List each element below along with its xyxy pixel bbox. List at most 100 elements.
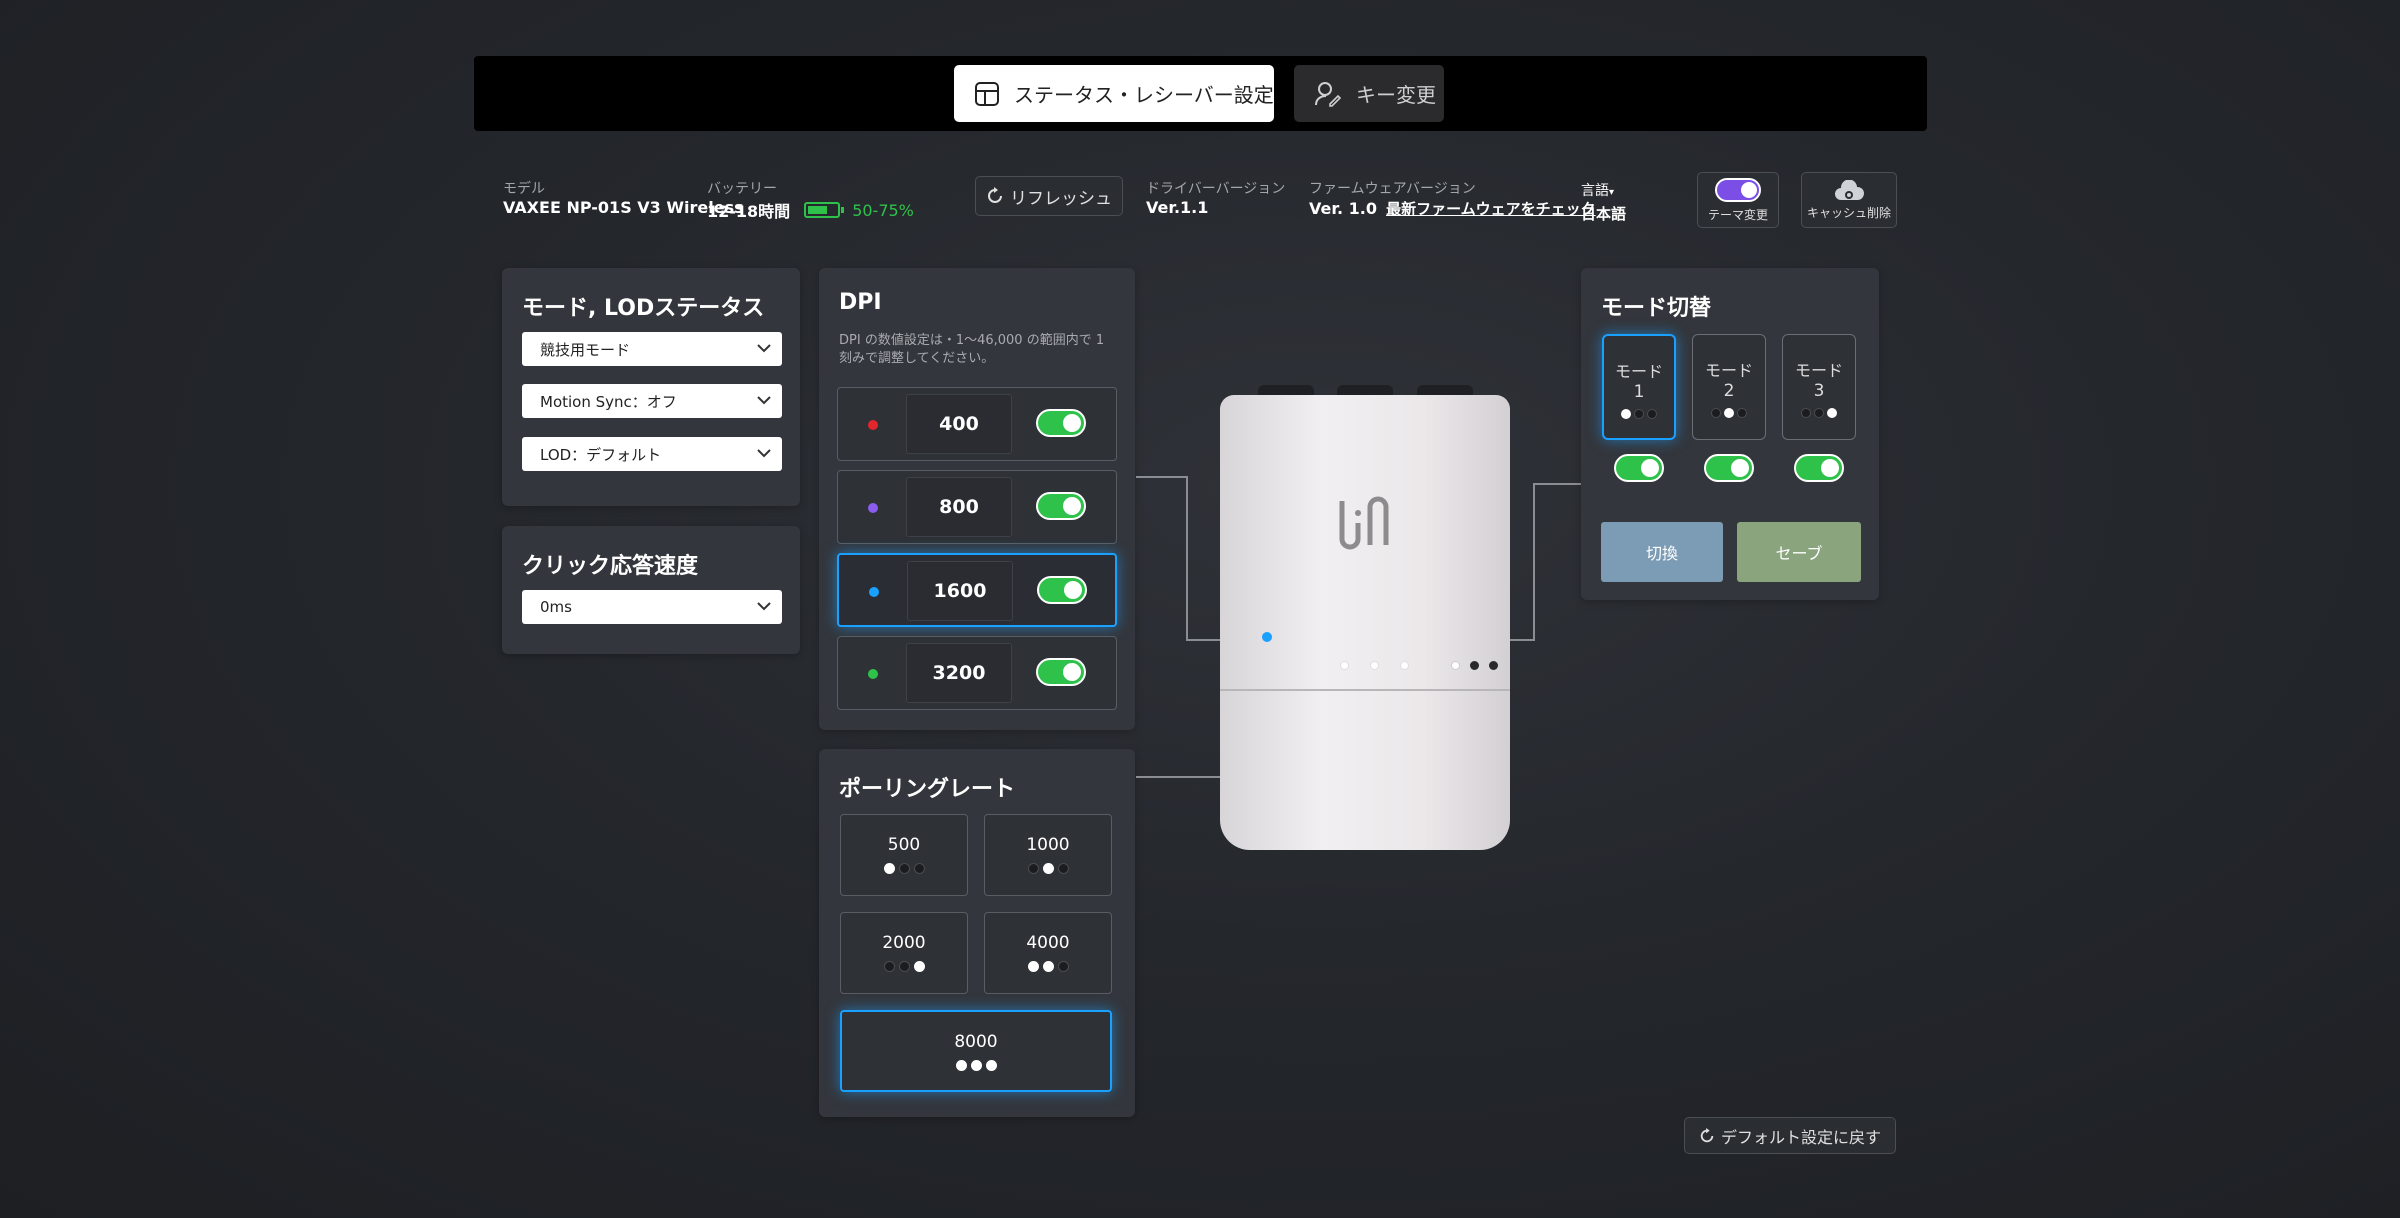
- mode-led: [1470, 661, 1479, 670]
- polling-rate-value: 1000: [1026, 835, 1070, 855]
- battery-status: 12-18時間 50-75%: [707, 198, 914, 222]
- chevron-down-icon: [757, 602, 771, 611]
- clear-cache-label: キャッシュ削除: [1806, 205, 1891, 220]
- mode-led: [1489, 661, 1498, 670]
- click-response-panel: クリック応答速度 0ms: [502, 526, 800, 654]
- driver-version-label: ドライバーバージョン: [1146, 181, 1286, 197]
- switch-button[interactable]: 切換: [1601, 522, 1723, 582]
- polling-rate-title: ポーリングレート: [839, 777, 1016, 802]
- polling-rate-option[interactable]: 500: [840, 814, 968, 896]
- dpi-color-dot: [868, 669, 878, 679]
- dpi-color-dot: [869, 587, 879, 597]
- dpi-color-dot: [868, 420, 878, 430]
- mode-switch-title: モード切替: [1601, 296, 1712, 321]
- caret-down-icon: ▾: [1609, 187, 1615, 198]
- mode-card-1[interactable]: モード 1: [1602, 334, 1676, 440]
- dpi-value[interactable]: 400: [906, 394, 1012, 454]
- polling-led: [1400, 661, 1409, 670]
- mode-enable-toggle[interactable]: [1614, 454, 1664, 482]
- polling-indicator-dots: [841, 863, 967, 874]
- mode-enable-toggle[interactable]: [1794, 454, 1844, 482]
- chevron-down-icon: [757, 396, 771, 405]
- refresh-button[interactable]: リフレッシュ: [975, 176, 1123, 216]
- dpi-enable-toggle[interactable]: [1036, 658, 1086, 686]
- polling-rate-value: 8000: [954, 1032, 998, 1052]
- theme-change-button[interactable]: テーマ変更: [1697, 172, 1779, 228]
- dpi-row[interactable]: 1600: [837, 553, 1117, 627]
- refresh-icon: [988, 187, 1002, 203]
- tab-status-receiver-settings[interactable]: ステータス・レシーバー設定: [954, 65, 1274, 122]
- dpi-enable-toggle[interactable]: [1036, 409, 1086, 437]
- mode-label: モード: [1614, 362, 1663, 381]
- mode-number: 2: [1723, 381, 1735, 401]
- polling-indicator-dots: [985, 961, 1111, 972]
- reset-default-label: デフォルト設定に戻す: [1720, 1127, 1881, 1147]
- motion-sync-select[interactable]: Motion Sync：オフ: [522, 384, 782, 418]
- dpi-enable-toggle[interactable]: [1037, 576, 1087, 604]
- mode-select[interactable]: 競技用モード: [522, 332, 782, 366]
- dpi-description-line2: 刻みで調整してください。: [839, 351, 995, 366]
- language-value: 日本語: [1581, 205, 1627, 223]
- polling-indicator-dots: [841, 961, 967, 972]
- click-response-title: クリック応答速度: [522, 554, 699, 579]
- battery-percent: 50-75%: [852, 200, 914, 220]
- dpi-color-dot: [868, 503, 878, 513]
- dpi-panel: DPI DPI の数値設定は・1～46,000 の範囲内で 1 刻みで調整してく…: [819, 268, 1135, 730]
- dpi-title: DPI: [839, 290, 882, 315]
- mode-lod-panel: モード, LODステータス 競技用モード Motion Sync：オフ LOD：…: [502, 268, 800, 506]
- chevron-down-icon: [757, 344, 771, 353]
- polling-rate-option[interactable]: 8000: [840, 1010, 1112, 1092]
- dpi-row[interactable]: 400: [837, 387, 1117, 461]
- dpi-enable-toggle[interactable]: [1036, 492, 1086, 520]
- dpi-value[interactable]: 800: [906, 477, 1012, 537]
- firmware-version-label: ファームウェアバージョン: [1309, 181, 1476, 197]
- dpi-description-line1: DPI の数値設定は・1～46,000 の範囲内で 1: [839, 333, 1105, 348]
- polling-rate-option[interactable]: 1000: [984, 814, 1112, 896]
- lod-select[interactable]: LOD：デフォルト: [522, 437, 782, 471]
- dpi-value[interactable]: 1600: [907, 561, 1013, 621]
- mode-lod-title: モード, LODステータス: [522, 296, 765, 321]
- polling-rate-option[interactable]: 2000: [840, 912, 968, 994]
- dpi-led: [1262, 632, 1272, 642]
- connector-line: [1186, 476, 1188, 640]
- polling-indicator-dots: [985, 863, 1111, 874]
- tab-key-change[interactable]: キー変更: [1294, 65, 1444, 122]
- dpi-row[interactable]: 3200: [837, 636, 1117, 710]
- mode-card-3[interactable]: モード 3: [1782, 334, 1856, 440]
- click-response-select[interactable]: 0ms: [522, 590, 782, 624]
- connector-line: [1533, 483, 1535, 641]
- firmware-check-link[interactable]: 最新ファームウェアをチェック: [1386, 200, 1596, 218]
- reset-default-button[interactable]: デフォルト設定に戻す: [1684, 1117, 1896, 1154]
- language-dropdown[interactable]: 言語▾: [1581, 180, 1614, 200]
- receiver-device-image: [1220, 385, 1510, 850]
- mode-label: モード: [1704, 361, 1753, 380]
- language-label: 言語: [1581, 183, 1609, 199]
- polling-rate-value: 500: [887, 835, 921, 855]
- mode-enable-toggle[interactable]: [1704, 454, 1754, 482]
- polling-rate-panel: ポーリングレート 500 1000 2000 4000 8000: [819, 749, 1135, 1117]
- lod-select-value: LOD：デフォルト: [540, 445, 662, 464]
- layout-icon: [975, 81, 999, 106]
- mode-number: 3: [1813, 381, 1825, 401]
- refresh-label: リフレッシュ: [1010, 188, 1112, 209]
- clear-cache-button[interactable]: キャッシュ削除: [1801, 172, 1897, 228]
- top-navigation-bar: ステータス・レシーバー設定 キー変更: [474, 56, 1927, 131]
- polling-indicator-dots: [842, 1060, 1110, 1071]
- connector-line: [1136, 476, 1187, 478]
- firmware-version-value: Ver. 1.0: [1309, 199, 1377, 218]
- tab-status-label: ステータス・レシーバー設定: [1014, 83, 1274, 107]
- dpi-value[interactable]: 3200: [906, 643, 1012, 703]
- model-label: モデル: [503, 181, 545, 197]
- firmware-version: Ver. 1.0 最新ファームウェアをチェック: [1309, 198, 1596, 219]
- mode-select-value: 競技用モード: [540, 340, 631, 359]
- motion-sync-select-value: Motion Sync：オフ: [540, 392, 677, 411]
- save-button[interactable]: セーブ: [1737, 522, 1861, 582]
- battery-time: 12-18時間: [707, 202, 791, 221]
- mode-card-2[interactable]: モード 2: [1692, 334, 1766, 440]
- cloud-eye-icon: [1835, 179, 1864, 200]
- dpi-row[interactable]: 800: [837, 470, 1117, 544]
- logo-icon: [1339, 496, 1389, 550]
- polling-led: [1340, 661, 1349, 670]
- polling-rate-option[interactable]: 4000: [984, 912, 1112, 994]
- mode-number: 1: [1633, 382, 1645, 402]
